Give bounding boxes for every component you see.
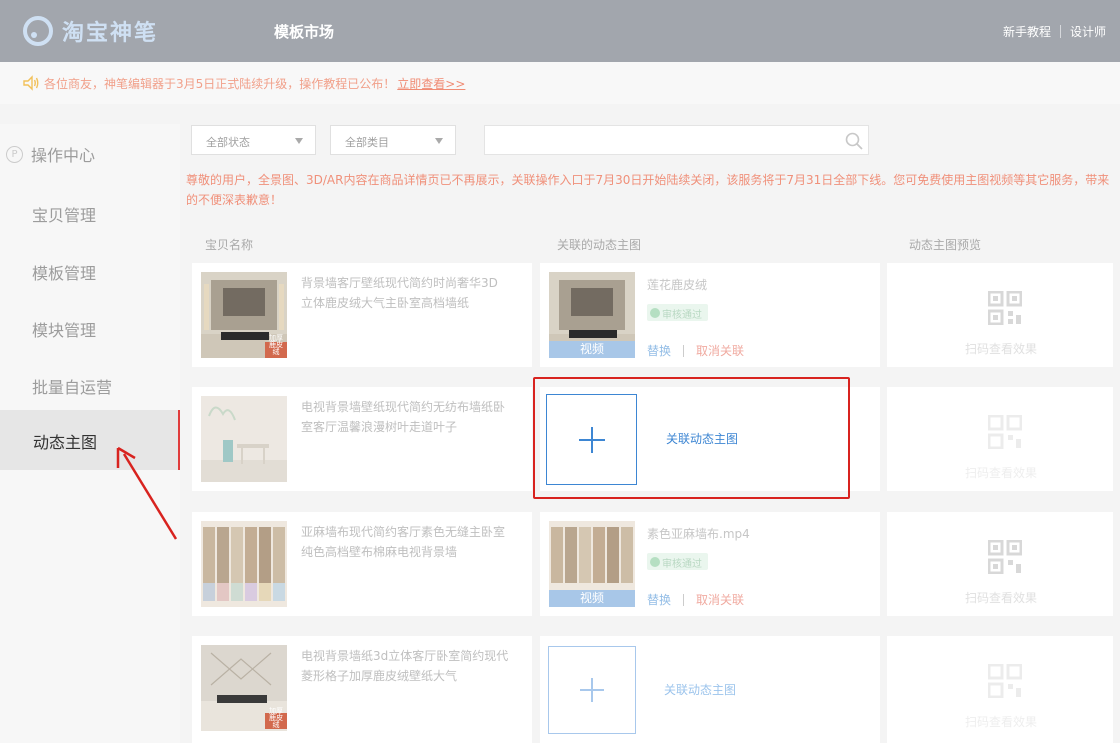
sidebar-item-batch-operation[interactable]: 批量自运营 <box>32 374 112 398</box>
product-name-line: 菱形格子加厚鹿皮绒壁纸大气 <box>301 669 458 683</box>
product-card: 加厚 鹿皮绒 电视背景墙纸3d立体客厅卧室简约现代 菱形格子加厚鹿皮绒壁纸大气 <box>192 636 532 743</box>
product-name-line: 立体鹿皮绒大气主卧室高档墙纸 <box>301 296 470 310</box>
red-highlight-annotation <box>533 377 850 499</box>
product-thumbnail: 加厚 鹿皮绒 <box>201 645 287 731</box>
row-actions: 替换 取消关联 <box>647 342 744 359</box>
product-name: 亚麻墙布现代简约客厅素色无缝主卧室 纯色高档壁布棉麻电视背景墙 <box>301 522 529 562</box>
video-thumbnail[interactable]: 视频 <box>549 272 635 358</box>
chevron-down-icon <box>435 138 443 144</box>
notice-bar: 各位商友，神笔编辑器于3月5日正式陆续升级，操作教程已公布！ 立即查看>> <box>0 62 1120 104</box>
column-header-linked-image: 关联的动态主图 <box>557 238 642 252</box>
sidebar: P 操作中心 宝贝管理 模板管理 模块管理 批量自运营 动态主图 <box>0 124 180 743</box>
designer-link[interactable]: 设计师 <box>1070 23 1106 40</box>
qr-code-icon[interactable] <box>988 415 1022 449</box>
thumbnail-tag: 加厚 鹿皮绒 <box>269 334 283 356</box>
product-name-line: 亚麻墙布现代简约客厅素色无缝主卧室 <box>301 525 506 539</box>
replace-button[interactable]: 替换 <box>647 342 671 359</box>
divider <box>683 593 685 606</box>
plus-icon <box>580 678 604 702</box>
divider <box>683 344 685 357</box>
category-select[interactable]: 全部类目 <box>330 125 456 155</box>
check-circle-icon <box>650 557 660 567</box>
divider <box>1059 25 1061 38</box>
video-tag: 视频 <box>549 341 635 358</box>
product-name: 电视背景墙纸3d立体客厅卧室简约现代 菱形格子加厚鹿皮绒壁纸大气 <box>301 646 529 686</box>
row-actions: 替换 取消关联 <box>647 591 744 608</box>
video-name: 素色亚麻墙布.mp4 <box>647 527 750 541</box>
preview-card: 扫码查看效果 <box>887 263 1113 367</box>
qr-caption: 扫码查看效果 <box>965 466 1038 480</box>
service-warning: 尊敬的用户，全景图、3D/AR内容在商品详情页已不再展示，关联操作入口于7月30… <box>186 173 1110 207</box>
category-select-value: 全部类目 <box>345 136 389 149</box>
product-thumbnail <box>201 521 287 607</box>
product-name-line: 电视背景墙纸3d立体客厅卧室简约现代 <box>301 649 509 663</box>
product-name-line: 电视背景墙壁纸现代简约无纺布墙纸卧 <box>301 400 506 414</box>
logo[interactable]: 淘宝神笔 <box>22 12 158 50</box>
nav-template-market[interactable]: 模板市场 <box>274 21 334 42</box>
logo-text: 淘宝神笔 <box>62 21 159 46</box>
link-video-card: 关联动态主图 <box>540 636 880 743</box>
video-thumbnail[interactable]: 视频 <box>549 521 635 607</box>
sidebar-item-product-management[interactable]: 宝贝管理 <box>32 202 96 226</box>
preview-card: 扫码查看效果 <box>887 512 1113 616</box>
qr-code-icon[interactable] <box>988 291 1022 325</box>
link-dynamic-image-button[interactable]: 关联动态主图 <box>664 681 736 698</box>
product-card: 亚麻墙布现代简约客厅素色无缝主卧室 纯色高档壁布棉麻电视背景墙 <box>192 512 532 616</box>
red-arrow-annotation <box>116 446 178 540</box>
product-name-line: 纯色高档壁布棉麻电视背景墙 <box>301 545 458 559</box>
qr-code-icon[interactable] <box>988 664 1022 698</box>
thumbnail-tag: 加厚 鹿皮绒 <box>269 707 283 729</box>
chevron-down-icon <box>295 138 303 144</box>
check-circle-icon <box>650 308 660 318</box>
status-badge: 审核通过 <box>647 304 708 321</box>
qr-code-icon[interactable] <box>988 540 1022 574</box>
logo-icon <box>23 16 53 46</box>
qr-caption: 扫码查看效果 <box>965 591 1038 605</box>
status-badge: 审核通过 <box>647 553 708 570</box>
status-select[interactable]: 全部状态 <box>191 125 316 155</box>
product-name-line: 背景墙客厅壁纸现代简约时尚奢华3D <box>301 276 498 290</box>
product-name-line: 室客厅温馨浪漫树叶走道叶子 <box>301 420 458 434</box>
product-thumbnail: 加厚 鹿皮绒 <box>201 272 287 358</box>
speaker-icon <box>23 75 39 91</box>
product-name: 背景墙客厅壁纸现代简约时尚奢华3D 立体鹿皮绒大气主卧室高档墙纸 <box>301 273 529 313</box>
p-circle-icon: P <box>6 145 23 163</box>
qr-caption: 扫码查看效果 <box>965 715 1038 729</box>
linked-video-card: 视频 素色亚麻墙布.mp4 审核通过 替换 取消关联 <box>540 512 880 616</box>
status-text: 审核通过 <box>662 558 702 570</box>
video-tag: 视频 <box>549 590 635 607</box>
top-header: 淘宝神笔 模板市场 新手教程 设计师 <box>0 0 1120 62</box>
column-header-preview: 动态主图预览 <box>909 238 982 252</box>
status-select-value: 全部状态 <box>206 136 250 149</box>
sidebar-item-label: 操作中心 <box>31 146 96 165</box>
notice-link[interactable]: 立即查看>> <box>397 75 465 92</box>
unlink-button[interactable]: 取消关联 <box>696 591 744 608</box>
sidebar-item-operation-center[interactable]: P 操作中心 <box>6 142 95 166</box>
tutorial-link[interactable]: 新手教程 <box>1003 23 1051 40</box>
product-name: 电视背景墙壁纸现代简约无纺布墙纸卧 室客厅温馨浪漫树叶走道叶子 <box>301 397 529 437</box>
column-header-product-name: 宝贝名称 <box>205 238 254 252</box>
top-links: 新手教程 设计师 <box>1003 23 1106 40</box>
preview-card: 扫码查看效果 <box>887 636 1113 743</box>
product-card: 电视背景墙壁纸现代简约无纺布墙纸卧 室客厅温馨浪漫树叶走道叶子 <box>192 387 532 491</box>
sidebar-item-template-management[interactable]: 模板管理 <box>32 260 96 284</box>
unlink-button[interactable]: 取消关联 <box>696 342 744 359</box>
qr-caption: 扫码查看效果 <box>965 342 1038 356</box>
search-input[interactable] <box>484 125 869 155</box>
product-card: 加厚 鹿皮绒 背景墙客厅壁纸现代简约时尚奢华3D 立体鹿皮绒大气主卧室高档墙纸 <box>192 263 532 367</box>
search-icon[interactable] <box>844 131 864 151</box>
status-text: 审核通过 <box>662 309 702 321</box>
linked-video-card: 视频 莲花鹿皮绒 审核通过 替换 取消关联 <box>540 263 880 367</box>
preview-card: 扫码查看效果 <box>887 387 1113 491</box>
sidebar-item-label: 动态主图 <box>33 433 98 452</box>
notice-text: 各位商友，神笔编辑器于3月5日正式陆续升级，操作教程已公布！ <box>44 76 396 91</box>
product-thumbnail <box>201 396 287 482</box>
video-name: 莲花鹿皮绒 <box>647 278 708 292</box>
sidebar-item-module-management[interactable]: 模块管理 <box>32 317 96 341</box>
replace-button[interactable]: 替换 <box>647 591 671 608</box>
add-video-button[interactable] <box>548 646 636 734</box>
